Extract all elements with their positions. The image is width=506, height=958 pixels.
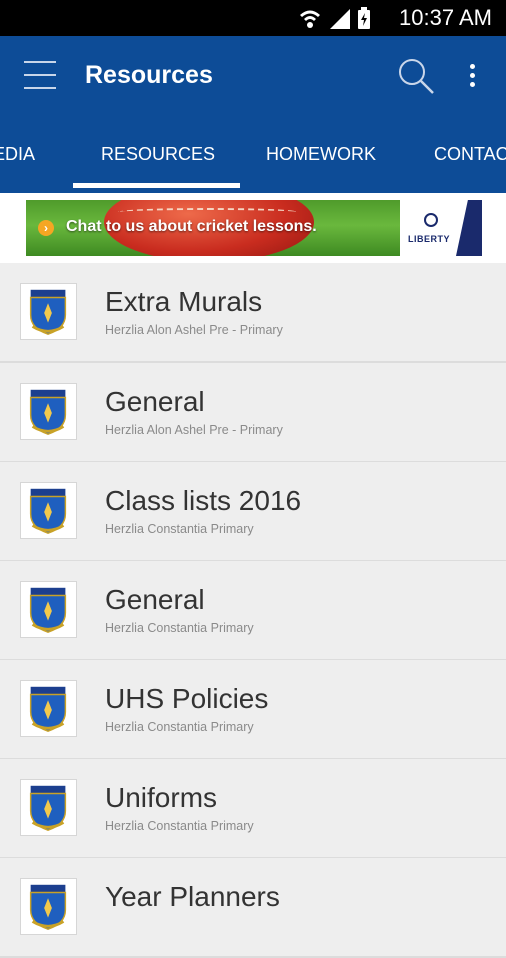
brand-stripe (456, 200, 482, 256)
item-subtitle: Herzlia Alon Ashel Pre - Primary (105, 423, 283, 437)
item-subtitle: Herzlia Alon Ashel Pre - Primary (105, 323, 283, 337)
battery-icon (358, 7, 370, 29)
tab-bar: MEDIA RESOURCES HOMEWORK CONTACT (0, 116, 506, 193)
item-title: Extra Murals (105, 286, 263, 317)
school-crest-icon (20, 482, 77, 539)
list-item[interactable]: Extra Murals Herzlia Alon Ashel Pre - Pr… (0, 263, 506, 363)
tab-media[interactable]: MEDIA (0, 116, 35, 193)
item-title: Class lists 2016 (105, 485, 302, 516)
school-crest-icon (20, 779, 77, 836)
item-subtitle: Herzlia Constantia Primary (105, 720, 254, 734)
status-icons (300, 7, 370, 29)
ad-banner[interactable]: › Chat to us about cricket lessons. LIBE… (26, 200, 482, 256)
item-subtitle: Herzlia Constantia Primary (105, 522, 254, 536)
tab-indicator (73, 183, 240, 188)
list-item[interactable]: Class lists 2016 Herzlia Constantia Prim… (0, 462, 506, 562)
arrow-right-icon: › (38, 220, 54, 236)
tab-resources[interactable]: RESOURCES (101, 116, 215, 193)
brand-logo-icon (424, 213, 438, 227)
list-item[interactable]: Year Planners (0, 858, 506, 958)
list-item[interactable]: UHS Policies Herzlia Constantia Primary (0, 660, 506, 760)
school-crest-icon (20, 878, 77, 935)
page-title: Resources (85, 61, 213, 89)
banner-message: Chat to us about cricket lessons. (66, 218, 317, 235)
tab-homework[interactable]: HOMEWORK (266, 116, 376, 193)
brand-panel: LIBERTY (400, 200, 482, 256)
menu-icon-line (24, 87, 56, 89)
item-title: Uniforms (105, 782, 218, 813)
item-subtitle: Herzlia Constantia Primary (105, 819, 254, 833)
item-title: General (105, 386, 205, 417)
item-title: Year Planners (105, 881, 280, 912)
item-title: General (105, 584, 205, 615)
list-item[interactable]: General Herzlia Constantia Primary (0, 561, 506, 661)
search-icon[interactable] (396, 56, 436, 96)
list-item[interactable]: Uniforms Herzlia Constantia Primary (0, 759, 506, 859)
menu-icon-line (24, 61, 56, 63)
more-dot (470, 82, 475, 87)
ball-seam (118, 208, 298, 216)
school-crest-icon (20, 581, 77, 638)
menu-button[interactable] (24, 60, 56, 90)
signal-icon (330, 9, 350, 29)
wifi-icon (300, 10, 320, 28)
more-dot (470, 73, 475, 78)
brand-label: LIBERTY (407, 234, 450, 244)
item-subtitle: Herzlia Constantia Primary (105, 621, 254, 635)
status-time: 10:37 AM (399, 5, 492, 30)
school-crest-icon (20, 383, 77, 440)
tab-contact[interactable]: CONTACT (434, 116, 506, 193)
item-title: UHS Policies (105, 683, 269, 714)
list-item[interactable]: General Herzlia Alon Ashel Pre - Primary (0, 363, 506, 463)
school-crest-icon (20, 680, 77, 737)
school-crest-icon (20, 283, 77, 340)
menu-icon-line (24, 74, 56, 76)
more-dot (470, 64, 475, 69)
more-options-button[interactable] (462, 60, 482, 92)
status-bar: 10:37 AM (0, 0, 506, 36)
